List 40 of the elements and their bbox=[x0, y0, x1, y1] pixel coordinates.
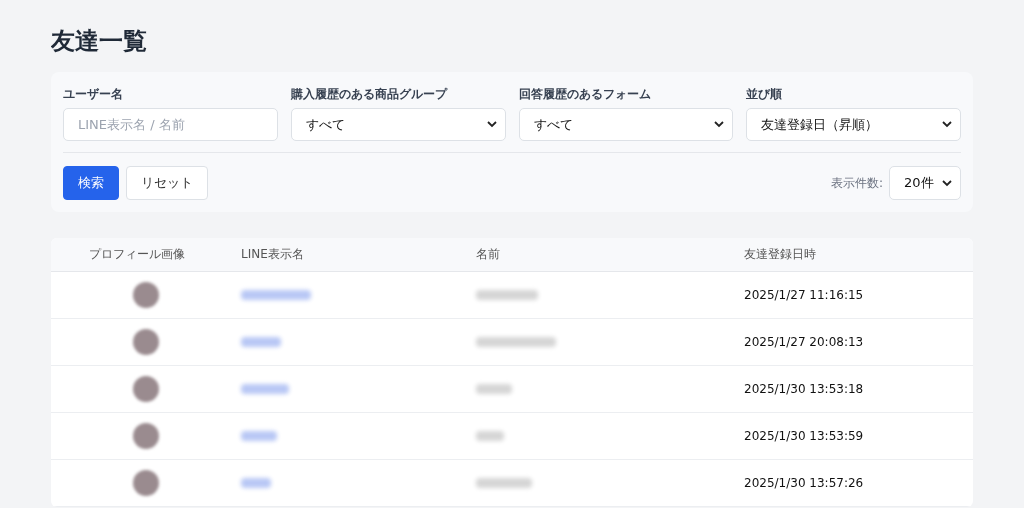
column-header: LINE表示名 bbox=[240, 246, 305, 263]
page-size-label: 表示件数: bbox=[830, 174, 883, 192]
chevron-icon bbox=[942, 121, 952, 128]
table-cell: 2025/1/30 13:53:59 bbox=[744, 429, 864, 443]
chevron-icon bbox=[942, 179, 952, 187]
blurred-text bbox=[476, 384, 512, 394]
avatar-placeholder bbox=[133, 423, 159, 449]
blurred-link[interactable] bbox=[241, 337, 281, 347]
column-header: 名前 bbox=[475, 246, 501, 263]
blurred-link[interactable] bbox=[241, 478, 271, 488]
blurred-text bbox=[476, 431, 504, 441]
chevron-icon bbox=[486, 121, 497, 128]
page-size-select[interactable]: 20件 bbox=[889, 166, 961, 200]
avatar-placeholder bbox=[133, 329, 159, 355]
page-title: 友達一覧 bbox=[51, 26, 148, 57]
table-cell: 2025/1/27 20:08:13 bbox=[744, 335, 864, 349]
avatar-placeholder bbox=[133, 470, 159, 496]
reset-button[interactable]: リセット bbox=[126, 166, 208, 200]
field-label: 回答履歴のあるフォーム bbox=[518, 86, 652, 103]
blurred-text bbox=[476, 290, 538, 300]
field-label: 並び順 bbox=[746, 86, 784, 103]
chevron-icon bbox=[714, 121, 725, 128]
column-header: プロフィール画像 bbox=[88, 246, 186, 263]
table-cell: 2025/1/27 11:16:15 bbox=[744, 288, 864, 302]
select-dropdown[interactable]: すべて bbox=[290, 108, 506, 141]
field-label: ユーザー名 bbox=[63, 86, 124, 103]
table-cell: 2025/1/30 13:53:18 bbox=[744, 382, 864, 396]
avatar-placeholder bbox=[133, 376, 159, 402]
blurred-text bbox=[476, 478, 532, 488]
table-cell: 2025/1/30 13:57:26 bbox=[744, 476, 864, 490]
field-label: 購入履歴のある商品グループ bbox=[290, 86, 449, 103]
blurred-link[interactable] bbox=[241, 431, 277, 441]
blurred-link[interactable] bbox=[241, 384, 289, 394]
avatar-placeholder bbox=[133, 282, 159, 308]
select-dropdown[interactable]: すべて bbox=[518, 108, 734, 141]
blurred-link[interactable] bbox=[241, 290, 311, 300]
select-dropdown[interactable]: 友達登録日（昇順） bbox=[746, 108, 961, 141]
column-header: 友達登録日時 bbox=[743, 246, 817, 263]
input-field[interactable]: LINE表示名 / 名前 bbox=[63, 108, 278, 141]
search-button[interactable]: 検索 bbox=[63, 166, 119, 200]
